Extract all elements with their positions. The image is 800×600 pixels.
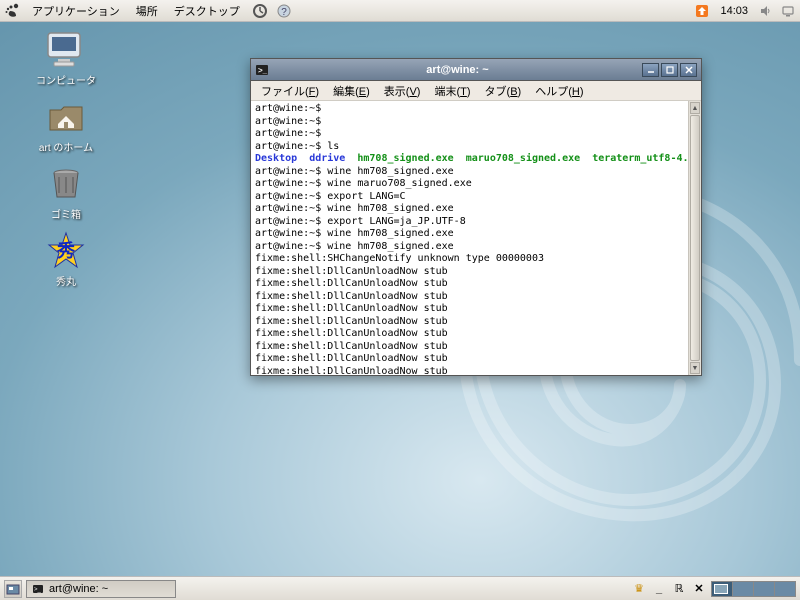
terminal-icon: >_ [255, 63, 269, 77]
hidemaru-app-icon: 秀 [44, 231, 88, 271]
top-panel-left: アプリケーション 場所 デスクトップ ? [4, 1, 292, 21]
desktop-menu[interactable]: デスクトップ [170, 1, 244, 21]
wastebasket-icon [44, 164, 88, 204]
gnome-foot-icon[interactable] [4, 3, 20, 19]
minimize-button[interactable] [642, 63, 659, 77]
menu-help[interactable]: ヘルプ(H) [529, 81, 589, 101]
top-panel-right: 14:03 [694, 3, 796, 19]
hidemaru-icon[interactable]: 秀 秀丸 [30, 231, 102, 288]
window-title: art@wine: ~ [273, 64, 642, 76]
workspace-3[interactable] [754, 582, 774, 596]
icon-label: art のホーム [30, 139, 102, 154]
svg-text:>_: >_ [34, 587, 42, 593]
scroll-up-button[interactable]: ▲ [690, 102, 700, 114]
workspace-4[interactable] [775, 582, 795, 596]
crown-icon[interactable]: ♛ [631, 581, 647, 597]
workspace-2[interactable] [733, 582, 753, 596]
home-folder-icon[interactable]: art のホーム [30, 97, 102, 154]
apps-menu[interactable]: アプリケーション [28, 1, 124, 21]
taskbar-label: art@wine: ~ [49, 583, 108, 595]
menu-file[interactable]: ファイル(F) [255, 81, 325, 101]
clock[interactable]: 14:03 [716, 5, 752, 17]
computer-icon[interactable]: コンピュータ [30, 30, 102, 87]
svg-text:秀: 秀 [56, 241, 75, 261]
workspace-1[interactable] [712, 582, 732, 596]
titlebar[interactable]: >_ art@wine: ~ [251, 59, 701, 81]
menu-edit[interactable]: 編集(E) [327, 81, 376, 101]
menu-view[interactable]: 表示(V) [378, 81, 427, 101]
taskbar-terminal[interactable]: >_ art@wine: ~ [26, 580, 176, 598]
help-icon[interactable]: ? [276, 3, 292, 19]
volume-icon[interactable] [758, 3, 774, 19]
scrollbar[interactable]: ▲ ▼ [688, 101, 701, 375]
mail-icon[interactable]: ℝ [671, 581, 687, 597]
icon-label: ゴミ箱 [30, 206, 102, 221]
notification-area: ♛ _ ℝ ✕ [631, 581, 707, 597]
icon-label: コンピュータ [30, 72, 102, 87]
system-monitor-icon[interactable] [252, 3, 268, 19]
screen-icon[interactable] [780, 3, 796, 19]
folder-home-icon [44, 97, 88, 137]
trash-icon[interactable]: ゴミ箱 [30, 164, 102, 221]
svg-text:>_: >_ [258, 66, 268, 75]
minimize-all-icon[interactable]: _ [651, 581, 667, 597]
top-panel: アプリケーション 場所 デスクトップ ? 14:03 [0, 0, 800, 22]
close-button[interactable] [680, 63, 697, 77]
desktop-icons: コンピュータ art のホーム ゴミ箱 秀 秀丸 [30, 30, 102, 288]
update-notifier-icon[interactable] [694, 3, 710, 19]
show-desktop-button[interactable] [4, 580, 22, 598]
terminal-output: art@wine:~$ art@wine:~$ art@wine:~$ art@… [251, 101, 701, 375]
svg-text:?: ? [281, 7, 287, 18]
maximize-button[interactable] [661, 63, 678, 77]
places-menu[interactable]: 場所 [132, 1, 162, 21]
icon-label: 秀丸 [30, 273, 102, 288]
menu-tabs[interactable]: タブ(B) [479, 81, 528, 101]
terminal-icon: >_ [31, 582, 45, 596]
menu-terminal[interactable]: 端末(T) [428, 81, 476, 101]
workspace-switcher[interactable] [711, 581, 796, 597]
terminal-body[interactable]: art@wine:~$ art@wine:~$ art@wine:~$ art@… [251, 101, 701, 375]
bottom-panel: >_ art@wine: ~ ♛ _ ℝ ✕ [0, 576, 800, 600]
scroll-down-button[interactable]: ▼ [690, 362, 700, 374]
menubar: ファイル(F) 編集(E) 表示(V) 端末(T) タブ(B) ヘルプ(H) [251, 81, 701, 101]
monitor-icon [44, 30, 88, 70]
scrollbar-thumb[interactable] [690, 115, 700, 361]
close-session-icon[interactable]: ✕ [691, 581, 707, 597]
terminal-window[interactable]: >_ art@wine: ~ ファイル(F) 編集(E) 表示(V) 端末(T)… [250, 58, 702, 376]
